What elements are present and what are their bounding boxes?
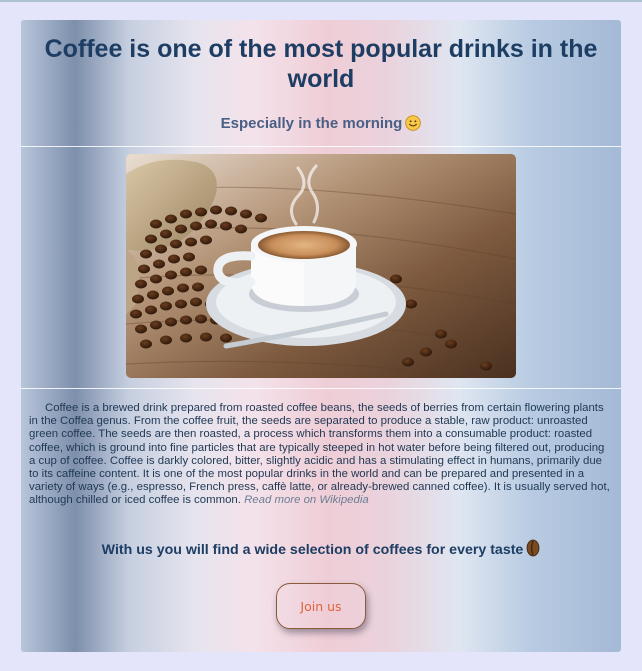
tagline: With us you will find a wide selection o… xyxy=(21,539,621,560)
divider xyxy=(21,388,621,389)
coffee-photo-illustration xyxy=(126,154,516,378)
coffee-description: Coffee is a brewed drink prepared from r… xyxy=(29,402,613,508)
description-text: Coffee is a brewed drink prepared from r… xyxy=(29,402,610,507)
header: Coffee is one of the most popular drinks… xyxy=(21,20,621,146)
subtitle-text: Especially in the morning xyxy=(220,115,403,132)
coffee-photo xyxy=(126,154,516,378)
top-border xyxy=(0,0,642,2)
subtitle: Especially in the morning xyxy=(21,114,621,134)
divider xyxy=(21,146,621,147)
page-title: Coffee is one of the most popular drinks… xyxy=(44,35,598,93)
wikipedia-link[interactable]: Read more on Wikipedia xyxy=(244,494,369,506)
coffee-bean-icon xyxy=(526,539,540,557)
tagline-text: With us you will find a wide selection o… xyxy=(101,542,524,558)
join-us-button[interactable]: Join us xyxy=(276,583,366,629)
content-card: Coffee is one of the most popular drinks… xyxy=(21,20,621,652)
smiling-face-icon xyxy=(405,115,422,131)
